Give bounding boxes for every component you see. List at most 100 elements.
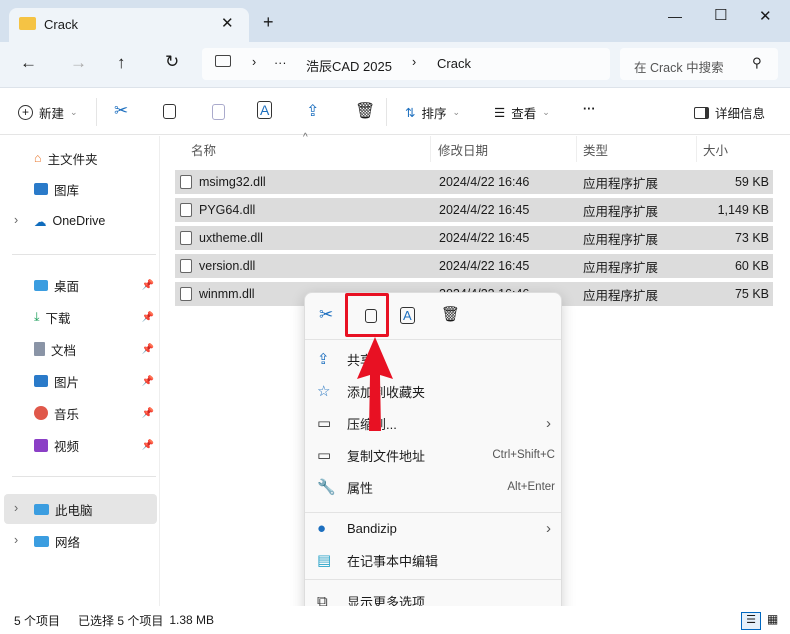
- details-button[interactable]: 详细信息: [694, 103, 765, 122]
- folder-icon: [19, 17, 36, 30]
- file-row[interactable]: version.dll 2024/4/22 16:45 应用程序扩展 60 KB: [175, 254, 773, 278]
- breadcrumb-item[interactable]: 浩辰CAD 2025: [306, 56, 392, 75]
- column-header-date[interactable]: 修改日期: [438, 140, 488, 159]
- pin-icon[interactable]: 📌: [142, 312, 154, 323]
- sidebar-item-label: 音乐: [54, 407, 80, 422]
- dll-file-icon: [180, 203, 192, 217]
- new-label: 新建: [39, 107, 65, 121]
- sidebar-item-onedrive[interactable]: ☁ OneDrive: [10, 206, 158, 236]
- context-menu-item[interactable]: ☆ 添加到收藏夹: [317, 375, 555, 407]
- context-menu-item[interactable]: 🔧 属性 Alt+Enter: [317, 471, 555, 503]
- file-name: msimg32.dll: [199, 175, 266, 189]
- pin-icon[interactable]: 📌: [142, 344, 154, 355]
- submenu-chevron-icon: ›: [546, 414, 551, 432]
- file-row[interactable]: uxtheme.dll 2024/4/22 16:45 应用程序扩展 73 KB: [175, 226, 773, 250]
- close-tab-icon[interactable]: ✕: [221, 14, 234, 32]
- more-button[interactable]: ···: [583, 102, 596, 116]
- maximize-button[interactable]: ☐: [714, 6, 727, 24]
- sidebar-item-videos[interactable]: 视频 📌: [10, 430, 158, 460]
- path-icon: ▭: [317, 447, 332, 464]
- wrench-icon: 🔧: [317, 479, 336, 496]
- minimize-button[interactable]: —: [668, 8, 682, 24]
- cloud-icon: ☁: [34, 214, 47, 229]
- pin-icon[interactable]: 📌: [142, 440, 154, 451]
- context-menu-item[interactable]: ● Bandizip ›: [317, 512, 555, 544]
- sidebar-item-label: OneDrive: [52, 214, 106, 228]
- divider: [386, 98, 387, 126]
- chevron-down-icon: ⌄: [70, 107, 78, 117]
- copy-icon[interactable]: [163, 104, 176, 119]
- sidebar-item-home[interactable]: ⌂ 主文件夹: [10, 143, 158, 173]
- sidebar-item-label: 网络: [55, 535, 81, 550]
- view-button[interactable]: ☰ 查看 ⌄: [494, 103, 550, 122]
- sidebar-item-pictures[interactable]: 图片 📌: [10, 366, 158, 396]
- sidebar-item-documents[interactable]: 文档 📌: [10, 334, 158, 364]
- delete-icon[interactable]: 🗑: [441, 305, 460, 323]
- sort-button[interactable]: ⇅ 排序 ⌄: [405, 103, 460, 122]
- refresh-icon[interactable]: ↻: [165, 52, 179, 72]
- star-icon: ☆: [317, 383, 331, 400]
- close-window-button[interactable]: ✕: [759, 7, 772, 25]
- column-header-size[interactable]: 大小: [703, 140, 728, 159]
- chevron-down-icon: ⌄: [452, 107, 461, 117]
- bandizip-icon: ●: [317, 519, 327, 537]
- rename-icon[interactable]: A: [400, 307, 415, 324]
- back-icon[interactable]: ←: [20, 53, 37, 73]
- selected-size: 1.38 MB: [169, 613, 215, 627]
- gallery-icon: [34, 183, 48, 195]
- pin-icon[interactable]: 📌: [142, 280, 154, 291]
- submenu-chevron-icon: ›: [546, 519, 551, 537]
- file-name: winmm.dll: [199, 287, 255, 301]
- context-menu: ✂ A 🗑 ⇪共享☆添加到收藏夹▭压缩到...› ▭ 复制文件地址 Ctrl+Shif…: [304, 292, 562, 620]
- chevron-right-icon: ›: [412, 55, 417, 69]
- dll-file-icon: [180, 175, 192, 189]
- context-menu-item[interactable]: ▤ 在记事本中编辑: [317, 544, 555, 576]
- search-box[interactable]: 在 Crack 中搜索 ⚲: [620, 48, 778, 80]
- rename-icon[interactable]: A: [257, 101, 273, 119]
- file-size: 59 KB: [734, 175, 769, 189]
- expand-chevron-icon[interactable]: ›: [14, 501, 18, 515]
- menu-item-shortcut: Ctrl+Shift+C: [492, 449, 555, 461]
- new-tab-button[interactable]: +: [263, 12, 274, 33]
- header-divider: [430, 136, 431, 162]
- file-row[interactable]: PYG64.dll 2024/4/22 16:45 应用程序扩展 1,149 K…: [175, 198, 773, 222]
- column-header-name[interactable]: 名称: [191, 140, 216, 159]
- sidebar-item-network[interactable]: 网络: [10, 526, 158, 556]
- sidebar-item-music[interactable]: 音乐 📌: [10, 398, 158, 428]
- column-header-type[interactable]: 类型: [583, 140, 608, 159]
- header-divider: [576, 136, 577, 162]
- cut-icon[interactable]: ✂: [319, 305, 333, 325]
- tab-crack[interactable]: Crack ✕: [9, 8, 249, 42]
- new-button[interactable]: + 新建 ⌄: [18, 103, 78, 122]
- header-divider: [696, 136, 697, 162]
- breadcrumb-item[interactable]: Crack: [437, 56, 471, 71]
- tiles-view-toggle[interactable]: ▦: [767, 612, 778, 626]
- address-bar[interactable]: › ··· 浩辰CAD 2025 › Crack: [202, 48, 610, 80]
- menu-item-label: 复制文件地址: [347, 448, 426, 464]
- file-date: 2024/4/22 16:45: [439, 231, 530, 245]
- context-menu-item[interactable]: ▭ 复制文件地址 Ctrl+Shift+C: [317, 439, 555, 471]
- up-icon[interactable]: ↑: [117, 53, 126, 73]
- forward-icon[interactable]: →: [70, 53, 87, 73]
- file-row[interactable]: msimg32.dll 2024/4/22 16:46 应用程序扩展 59 KB: [175, 170, 773, 194]
- delete-icon[interactable]: 🗑: [355, 101, 375, 121]
- context-menu-item[interactable]: ⇪ 共享: [317, 343, 555, 375]
- sidebar-item-downloads[interactable]: ⤓ 下载 📌: [10, 302, 158, 332]
- share-icon[interactable]: ⇪: [306, 101, 319, 121]
- download-icon: ⤓: [34, 309, 40, 324]
- context-menu-item[interactable]: ▭压缩到...›: [317, 407, 555, 439]
- sidebar-item-label: 此电脑: [55, 503, 93, 518]
- pin-icon[interactable]: 📌: [142, 376, 154, 387]
- sort-indicator-icon: ^: [303, 132, 308, 143]
- sidebar-item-gallery[interactable]: 图库: [10, 174, 158, 204]
- pin-icon[interactable]: 📌: [142, 408, 154, 419]
- cut-icon[interactable]: ✂: [114, 101, 128, 121]
- sidebar-item-this-pc[interactable]: 此电脑: [4, 494, 157, 524]
- menu-item-label: Bandizip: [347, 520, 397, 536]
- divider: [305, 339, 561, 340]
- breadcrumb-overflow[interactable]: ···: [274, 56, 287, 70]
- sidebar-item-desktop[interactable]: 桌面 📌: [10, 270, 158, 300]
- file-name: version.dll: [199, 259, 256, 273]
- details-view-toggle[interactable]: ☰: [741, 612, 761, 630]
- view-label: 查看: [511, 107, 537, 121]
